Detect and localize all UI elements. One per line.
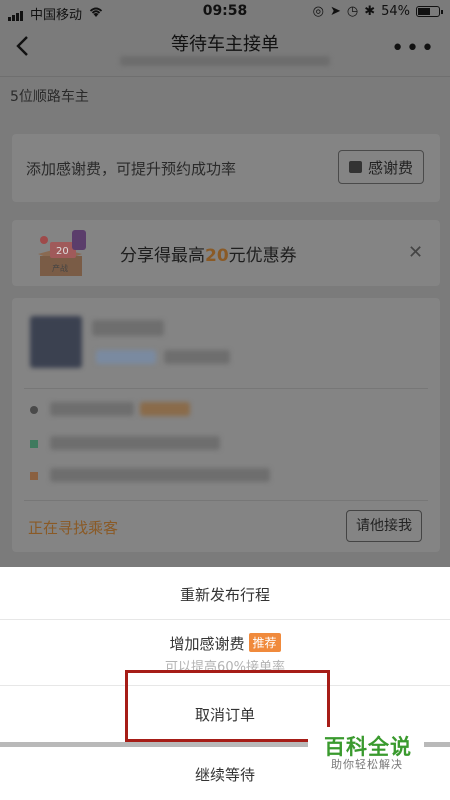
close-button[interactable]: ✕ [408, 242, 423, 263]
ask-driver-button[interactable]: 请他接我 [346, 510, 422, 542]
share-coupon-text: 分享得最高20元优惠券 [120, 241, 297, 266]
route-subtitle-blurred [120, 56, 330, 66]
page-title: 等待车主接单 [171, 34, 279, 55]
status-bar: 中国移动 09:58 ◎ ➤ ◷ ✱ 54% [0, 0, 450, 24]
share-text-after: 元优惠券 [228, 246, 297, 266]
repost-trip-option[interactable]: 重新发布行程 [0, 584, 450, 605]
avatar [30, 316, 82, 368]
battery-percent: 54% [381, 4, 410, 19]
add-thanks-fee-label: 增加感谢费 [169, 635, 245, 653]
start-address-blurred [50, 436, 220, 450]
rating-badge-blurred [96, 350, 156, 364]
svg-text:产战: 产战 [52, 263, 68, 273]
divider [24, 500, 428, 501]
owner-name-blurred [92, 320, 164, 336]
thanks-fee-hint: 添加感谢费，可提升预约成功率 [26, 160, 237, 178]
bluetooth-icon: ✱ [364, 4, 376, 19]
recommend-badge: 推荐 [248, 633, 281, 652]
highlight-box [125, 670, 330, 742]
coupon-amount: 20 [205, 246, 229, 266]
watermark-subtitle: 助你轻松解决 [331, 758, 403, 771]
end-dot-icon [30, 472, 38, 480]
svg-text:20: 20 [56, 246, 69, 257]
rotation-lock-icon: ◎ [312, 4, 324, 19]
wallet-icon [348, 161, 362, 173]
divider [24, 388, 428, 389]
time-blurred [50, 402, 134, 416]
gift-box-icon: 20 产战 [30, 224, 96, 280]
thanks-fee-button[interactable]: 感谢费 [338, 150, 424, 184]
divider [0, 619, 450, 620]
owner-info-blurred [164, 350, 230, 364]
battery-icon [416, 6, 443, 17]
more-dots-icon: ••• [391, 36, 436, 61]
alarm-icon: ◷ [346, 4, 359, 19]
nav-bar: 等待车主接单 ••• [0, 24, 450, 76]
add-thanks-fee-option[interactable]: 增加感谢费 推荐 [0, 633, 450, 654]
location-icon: ➤ [329, 4, 341, 19]
more-button[interactable]: ••• [391, 36, 436, 61]
thanks-fee-button-label: 感谢费 [367, 158, 413, 177]
close-icon: ✕ [408, 242, 424, 263]
share-text-before: 分享得最高 [120, 246, 205, 266]
search-status: 正在寻找乘客 [28, 519, 119, 537]
owners-count: 5位顺路车主 [10, 89, 89, 105]
time-dot-icon [30, 406, 38, 414]
start-dot-icon [30, 440, 38, 448]
price-blurred [140, 402, 190, 416]
end-address-blurred [50, 468, 270, 482]
